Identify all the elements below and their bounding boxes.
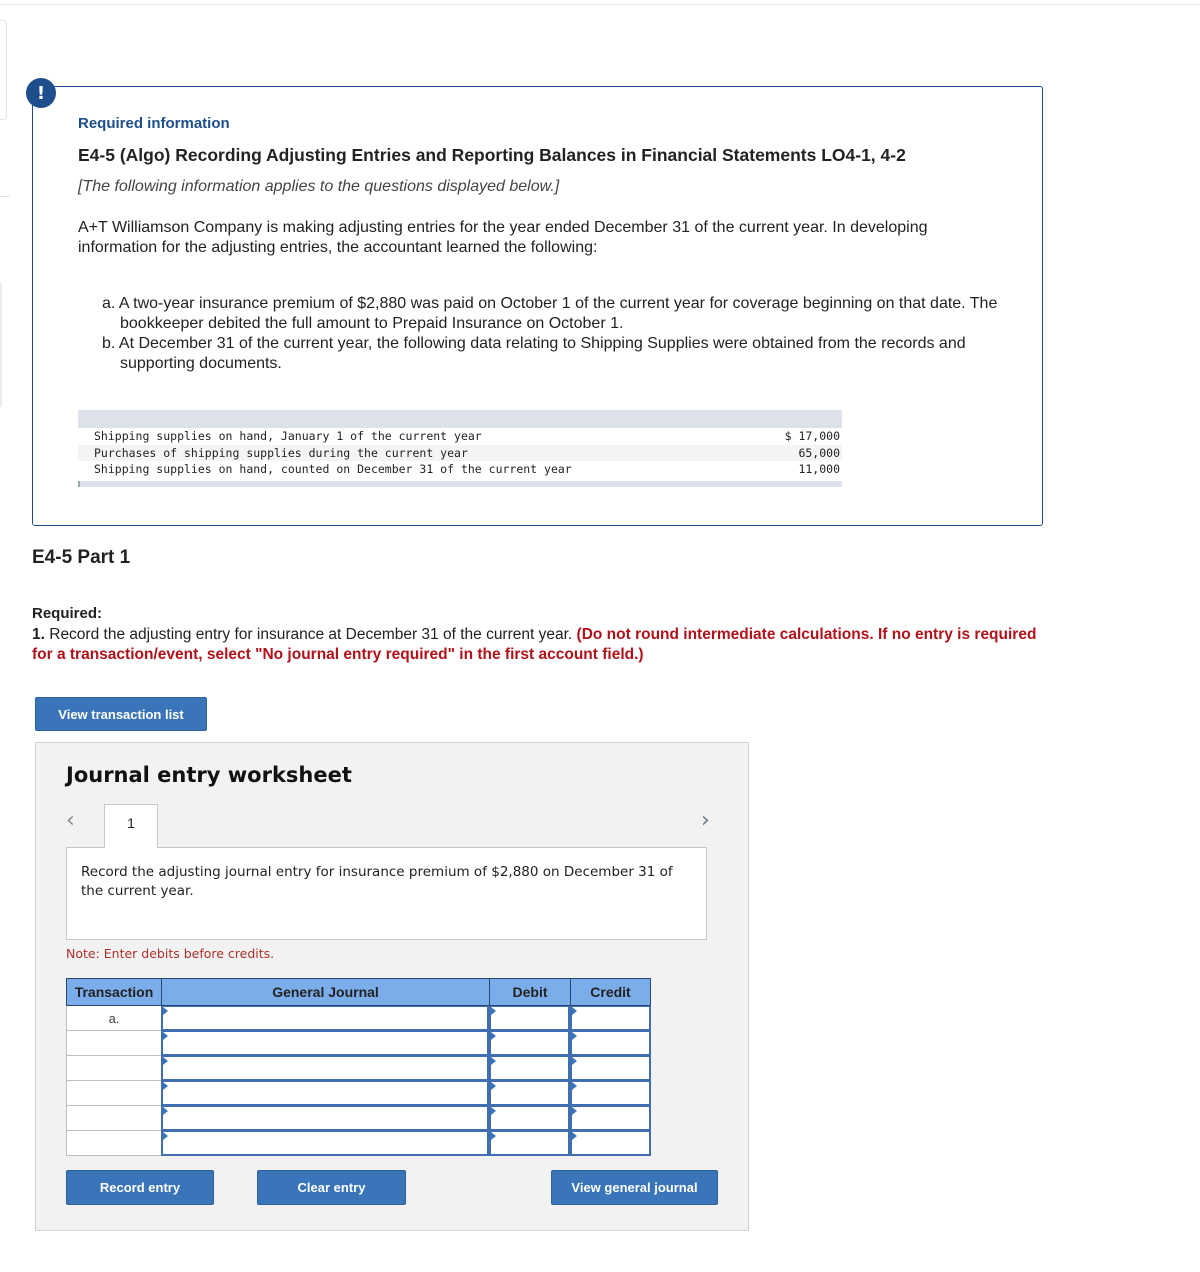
- account-input[interactable]: [163, 1107, 487, 1129]
- top-divider: [0, 4, 1200, 5]
- account-input[interactable]: [163, 1132, 487, 1154]
- sidebar-divider: [0, 196, 10, 197]
- view-transaction-list-button[interactable]: View transaction list: [35, 697, 207, 731]
- journal-row: [66, 1056, 651, 1081]
- credit-cell[interactable]: [570, 1106, 651, 1131]
- supplies-row-value: $ 17,000: [784, 429, 840, 443]
- column-header-transaction: Transaction: [66, 978, 161, 1006]
- debit-cell[interactable]: [489, 1131, 570, 1156]
- journal-row: [66, 1081, 651, 1106]
- chevron-right-icon[interactable]: ›: [701, 808, 710, 833]
- info-item-b: b. At December 31 of the current year, t…: [102, 335, 966, 372]
- applies-note: [The following information applies to th…: [78, 178, 560, 195]
- supplies-row-value: 65,000: [798, 445, 840, 460]
- supplies-row-label: Shipping supplies on hand, counted on De…: [94, 462, 572, 476]
- sidebar-scroll-edge: [0, 283, 2, 407]
- debit-input[interactable]: [491, 1007, 568, 1029]
- debit-input[interactable]: [491, 1057, 568, 1079]
- info-item-a: a. A two-year insurance premium of $2,88…: [102, 295, 998, 332]
- account-cell[interactable]: [161, 1006, 489, 1031]
- column-header-credit: Credit: [570, 978, 651, 1006]
- required-information-label: Required information: [78, 115, 230, 132]
- credit-input[interactable]: [572, 1107, 649, 1129]
- debits-note: Note: Enter debits before credits.: [66, 946, 275, 961]
- required-text: Record the adjusting entry for insurance…: [44, 626, 577, 643]
- part-title: E4-5 Part 1: [32, 547, 131, 568]
- credit-input[interactable]: [572, 1007, 649, 1029]
- column-header-general-journal: General Journal: [161, 978, 489, 1006]
- account-cell[interactable]: [161, 1056, 489, 1081]
- required-number: 1.: [32, 626, 45, 643]
- supplies-table-header: [78, 410, 842, 428]
- journal-row: [66, 1131, 651, 1156]
- credit-input[interactable]: [572, 1057, 649, 1079]
- transaction-cell: [66, 1131, 161, 1156]
- supplies-row: Shipping supplies on hand, counted on De…: [78, 461, 842, 478]
- chevron-left-icon[interactable]: ‹: [66, 808, 75, 833]
- credit-cell[interactable]: [570, 1006, 651, 1031]
- credit-cell[interactable]: [570, 1056, 651, 1081]
- exercise-title: E4-5 (Algo) Recording Adjusting Entries …: [78, 145, 906, 165]
- journal-header-row: Transaction General Journal Debit Credit: [66, 978, 651, 1006]
- debit-cell[interactable]: [489, 1106, 570, 1131]
- debit-cell[interactable]: [489, 1031, 570, 1056]
- view-general-journal-button[interactable]: View general journal: [551, 1170, 718, 1205]
- required-instructions: 1. Record the adjusting entry for insura…: [32, 625, 1052, 665]
- clear-entry-button[interactable]: Clear entry: [257, 1170, 406, 1205]
- journal-row: a.: [66, 1006, 651, 1031]
- credit-cell[interactable]: [570, 1081, 651, 1106]
- credit-input[interactable]: [572, 1132, 649, 1154]
- supplies-row: Purchases of shipping supplies during th…: [78, 444, 842, 461]
- credit-input[interactable]: [572, 1032, 649, 1054]
- debit-cell[interactable]: [489, 1081, 570, 1106]
- supplies-row: Shipping supplies on hand, January 1 of …: [78, 428, 842, 445]
- debit-input[interactable]: [491, 1082, 568, 1104]
- credit-cell[interactable]: [570, 1131, 651, 1156]
- alert-icon: !: [26, 78, 56, 108]
- debit-input[interactable]: [491, 1132, 568, 1154]
- transaction-cell: [66, 1056, 161, 1081]
- transaction-cell: a.: [66, 1006, 161, 1031]
- supplies-table-footer: [78, 480, 842, 487]
- shipping-supplies-table: Shipping supplies on hand, January 1 of …: [78, 410, 842, 487]
- record-entry-button[interactable]: Record entry: [66, 1170, 214, 1205]
- supplies-row-label: Purchases of shipping supplies during th…: [94, 445, 468, 460]
- account-cell[interactable]: [161, 1081, 489, 1106]
- debit-cell[interactable]: [489, 1056, 570, 1081]
- journal-row: [66, 1106, 651, 1131]
- supplies-row-label: Shipping supplies on hand, January 1 of …: [94, 429, 482, 443]
- transaction-cell: [66, 1031, 161, 1056]
- account-cell[interactable]: [161, 1106, 489, 1131]
- info-items-list: a. A two-year insurance premium of $2,88…: [102, 294, 1002, 374]
- sidebar-fragment: [0, 20, 7, 120]
- credit-cell[interactable]: [570, 1031, 651, 1056]
- credit-input[interactable]: [572, 1082, 649, 1104]
- worksheet-tab-label: 1: [127, 815, 135, 831]
- transaction-cell: [66, 1081, 161, 1106]
- worksheet-prompt: Record the adjusting journal entry for i…: [66, 847, 707, 940]
- debit-input[interactable]: [491, 1107, 568, 1129]
- column-header-debit: Debit: [489, 978, 570, 1006]
- account-cell[interactable]: [161, 1131, 489, 1156]
- account-input[interactable]: [163, 1007, 487, 1029]
- debit-input[interactable]: [491, 1032, 568, 1054]
- debit-cell[interactable]: [489, 1006, 570, 1031]
- transaction-cell: [66, 1106, 161, 1131]
- worksheet-tab-1[interactable]: 1: [104, 804, 158, 848]
- general-journal-table: Transaction General Journal Debit Credit…: [66, 978, 651, 1156]
- account-cell[interactable]: [161, 1031, 489, 1056]
- journal-row: [66, 1031, 651, 1056]
- required-label: Required:: [32, 605, 103, 622]
- supplies-row-value: 11,000: [798, 462, 840, 476]
- account-input[interactable]: [163, 1082, 487, 1104]
- account-input[interactable]: [163, 1057, 487, 1079]
- account-input[interactable]: [163, 1032, 487, 1054]
- worksheet-title: Journal entry worksheet: [66, 763, 352, 787]
- intro-paragraph: A+T Williamson Company is making adjusti…: [78, 219, 928, 256]
